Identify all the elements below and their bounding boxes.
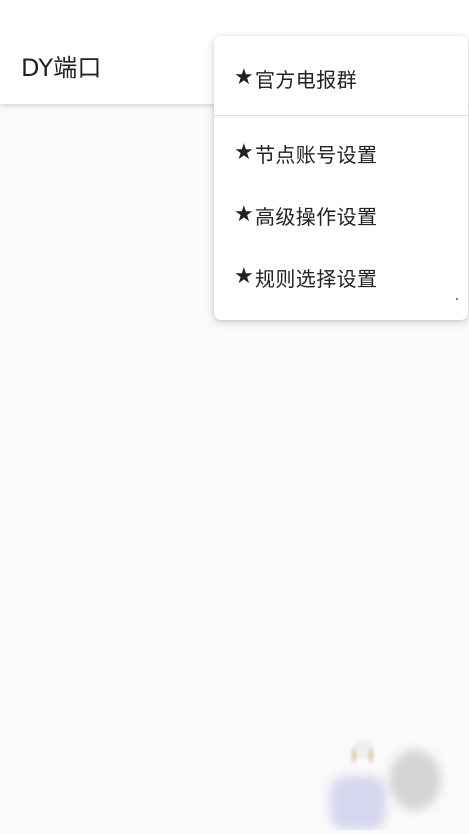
overflow-menu: ★ 官方电报群 ★ 节点账号设置 ★ 高级操作设置 ★ 规则选择设置 bbox=[214, 36, 468, 320]
app-screen: DY端口 ★ 官方电报群 ★ 节点账号设置 ★ 高级操作设置 ★ 规则选择设置 bbox=[0, 0, 469, 834]
star-icon: ★ bbox=[234, 264, 254, 289]
floating-assistant-icon[interactable] bbox=[300, 740, 450, 830]
menu-divider bbox=[214, 115, 468, 116]
menu-scroll-indicator bbox=[456, 298, 458, 300]
menu-item-label: 规则选择设置 bbox=[255, 266, 378, 291]
star-icon: ★ bbox=[234, 65, 254, 90]
menu-item-label: 节点账号设置 bbox=[255, 142, 378, 167]
menu-item-rule-selection-settings[interactable]: ★ 规则选择设置 bbox=[214, 249, 468, 305]
page-title: DY端口 bbox=[21, 54, 102, 82]
menu-item-advanced-operation-settings[interactable]: ★ 高级操作设置 bbox=[214, 187, 468, 243]
menu-item-official-telegram-group[interactable]: ★ 官方电报群 bbox=[214, 50, 468, 106]
star-icon: ★ bbox=[234, 140, 254, 165]
star-icon: ★ bbox=[234, 202, 254, 227]
menu-item-node-account-settings[interactable]: ★ 节点账号设置 bbox=[214, 125, 468, 181]
menu-item-label: 官方电报群 bbox=[255, 67, 357, 92]
menu-item-label: 高级操作设置 bbox=[255, 204, 378, 229]
floating-assistant-graphic bbox=[330, 741, 441, 830]
